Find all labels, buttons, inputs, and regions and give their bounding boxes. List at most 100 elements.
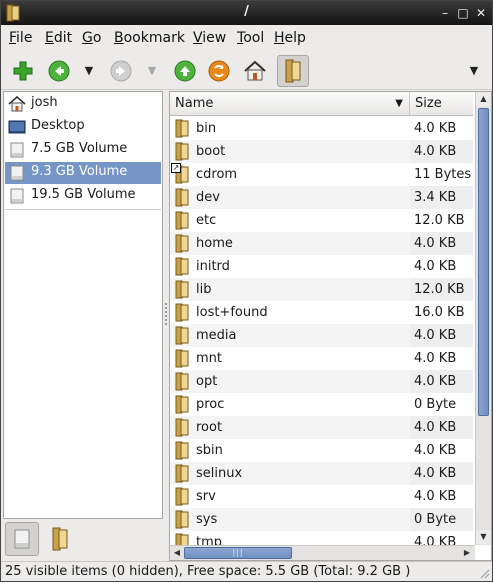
- drive-icon: [8, 188, 26, 204]
- forward-history-dropdown[interactable]: ▼: [145, 62, 159, 80]
- table-row[interactable]: mnt 4.0 KB: [170, 347, 473, 370]
- menu-edit[interactable]: Edit: [45, 30, 72, 46]
- file-size: 4.0 KB: [410, 370, 473, 393]
- name-cell: sbin: [170, 439, 410, 462]
- table-row[interactable]: tmp 4.0 KB: [170, 531, 473, 545]
- file-name: opt: [196, 374, 218, 389]
- table-row[interactable]: home 4.0 KB: [170, 232, 473, 255]
- drive-icon: [8, 165, 26, 181]
- table-row[interactable]: proc 0 Byte: [170, 393, 473, 416]
- file-list: Name ▼ Size bin 4.0 KB boot 4.0 KB ↗ cdrom 11 …: [169, 91, 492, 561]
- status-text: 25 visible items (0 hidden), Free space:…: [5, 564, 411, 579]
- name-cell: selinux: [170, 462, 410, 485]
- menu-help[interactable]: Help: [274, 30, 306, 46]
- sidebar-separator: [5, 209, 161, 210]
- folder-icon: [174, 464, 190, 483]
- file-name: etc: [196, 213, 217, 228]
- file-name: proc: [196, 397, 225, 412]
- file-name: tmp: [196, 535, 223, 545]
- file-size: 4.0 KB: [414, 351, 457, 366]
- table-row[interactable]: initrd 4.0 KB: [170, 255, 473, 278]
- table-row[interactable]: boot 4.0 KB: [170, 140, 473, 163]
- folder-icon: [174, 395, 190, 414]
- name-cell: boot: [170, 140, 410, 163]
- file-size: 4.0 KB: [414, 489, 457, 504]
- sidebar-item-josh[interactable]: josh: [5, 93, 161, 115]
- table-row[interactable]: sbin 4.0 KB: [170, 439, 473, 462]
- scroll-down-icon[interactable]: ▼: [476, 530, 491, 544]
- file-name: home: [196, 236, 233, 251]
- title-bar[interactable]: / – □ ✕: [1, 1, 492, 25]
- new-tab-button[interactable]: [9, 57, 37, 85]
- folder-icon: [174, 349, 190, 368]
- plus-icon: [13, 61, 33, 81]
- folder-icon: [174, 372, 190, 391]
- table-row[interactable]: sys 0 Byte: [170, 508, 473, 531]
- file-size: 4.0 KB: [410, 416, 473, 439]
- column-header-name[interactable]: Name ▼: [170, 92, 410, 116]
- file-size: 4.0 KB: [410, 462, 473, 485]
- table-row[interactable]: media 4.0 KB: [170, 324, 473, 347]
- table-row[interactable]: selinux 4.0 KB: [170, 462, 473, 485]
- table-row[interactable]: srv 4.0 KB: [170, 485, 473, 508]
- home-button[interactable]: [241, 57, 269, 85]
- resize-grip-icon[interactable]: [478, 567, 490, 579]
- back-button[interactable]: [45, 57, 73, 85]
- horizontal-scrollbar[interactable]: ◀ ||| ▶: [170, 545, 475, 560]
- column-header-size[interactable]: Size: [410, 92, 473, 116]
- file-name: srv: [196, 489, 216, 504]
- name-cell: dev: [170, 186, 410, 209]
- name-cell: ↗ cdrom: [170, 163, 410, 186]
- table-row[interactable]: ↗ cdrom 11 Bytes: [170, 163, 473, 186]
- tree-mode-button[interactable]: [43, 522, 77, 556]
- folder-view-button[interactable]: [277, 55, 309, 87]
- reload-button[interactable]: [205, 57, 233, 85]
- vertical-scrollbar[interactable]: ▲ ▼: [475, 92, 491, 545]
- forward-button[interactable]: [107, 57, 135, 85]
- toolbar-overflow-dropdown[interactable]: ▼: [467, 62, 481, 80]
- folder-icon: [174, 418, 190, 437]
- file-size: 4.0 KB: [410, 232, 473, 255]
- file-size: 4.0 KB: [410, 324, 473, 347]
- up-button[interactable]: [171, 57, 199, 85]
- menu-view[interactable]: View: [193, 30, 226, 46]
- file-name: mnt: [196, 351, 222, 366]
- folder-icon: [174, 188, 190, 207]
- minimize-icon[interactable]: –: [438, 6, 452, 20]
- table-row[interactable]: opt 4.0 KB: [170, 370, 473, 393]
- maximize-icon[interactable]: □: [456, 6, 470, 20]
- sidebar-item-desktop[interactable]: Desktop: [5, 116, 161, 138]
- scroll-right-icon[interactable]: ▶: [460, 546, 474, 560]
- file-size: 4.0 KB: [414, 443, 457, 458]
- sort-descending-icon: ▼: [395, 98, 403, 109]
- close-icon[interactable]: ✕: [474, 6, 488, 20]
- table-row[interactable]: lib 12.0 KB: [170, 278, 473, 301]
- file-rows: bin 4.0 KB boot 4.0 KB ↗ cdrom 11 Bytes dev 3.4 …: [170, 117, 473, 545]
- table-row[interactable]: etc 12.0 KB: [170, 209, 473, 232]
- menu-tool[interactable]: Tool: [237, 30, 264, 46]
- menu-go[interactable]: Go: [82, 30, 101, 46]
- file-size: 11 Bytes: [414, 167, 472, 182]
- folder-icon: [52, 527, 68, 551]
- sidebar-item-volume-9-3[interactable]: 9.3 GB Volume: [5, 162, 161, 184]
- vertical-scroll-thumb[interactable]: [478, 108, 489, 416]
- scroll-left-icon[interactable]: ◀: [170, 546, 184, 560]
- sidebar-item-volume-7-5[interactable]: 7.5 GB Volume: [5, 139, 161, 161]
- menu-file[interactable]: File: [9, 30, 32, 46]
- places-mode-button[interactable]: [5, 522, 39, 556]
- file-name: boot: [196, 144, 226, 159]
- table-row[interactable]: root 4.0 KB: [170, 416, 473, 439]
- back-history-dropdown[interactable]: ▼: [82, 62, 96, 80]
- file-size: 4.0 KB: [414, 121, 457, 136]
- horizontal-scroll-thumb[interactable]: |||: [184, 547, 292, 559]
- sidebar-item-volume-19-5[interactable]: 19.5 GB Volume: [5, 185, 161, 207]
- table-row[interactable]: lost+found 16.0 KB: [170, 301, 473, 324]
- folder-icon: [174, 510, 190, 529]
- scroll-up-icon[interactable]: ▲: [476, 92, 491, 106]
- table-row[interactable]: dev 3.4 KB: [170, 186, 473, 209]
- menu-bookmark[interactable]: Bookmark: [114, 30, 185, 46]
- drive-icon: [14, 529, 30, 549]
- pane-splitter-handle[interactable]: [164, 301, 168, 341]
- home-icon: [244, 60, 266, 81]
- table-row[interactable]: bin 4.0 KB: [170, 117, 473, 140]
